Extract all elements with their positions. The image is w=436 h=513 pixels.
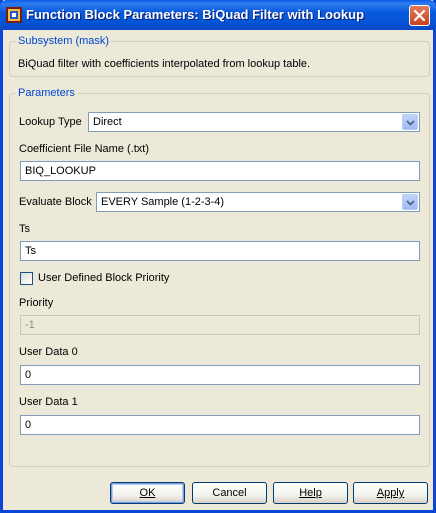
lookup-type-label: Lookup Type <box>19 116 82 128</box>
simulink-block-icon <box>6 7 22 23</box>
close-icon <box>413 9 426 22</box>
apply-label: Apply <box>376 487 405 499</box>
subsystem-group: Subsystem (mask) BiQuad filter with coef… <box>9 35 430 77</box>
lookup-type-value: Direct <box>93 116 122 128</box>
user-data0-input[interactable]: 0 <box>20 365 420 385</box>
evaluate-block-select[interactable]: EVERY Sample (1-2-3-4) <box>96 192 420 212</box>
ts-input[interactable]: Ts <box>20 241 420 261</box>
title-bar[interactable]: Function Block Parameters: BiQuad Filter… <box>0 0 436 30</box>
help-button[interactable]: Help <box>273 482 348 504</box>
apply-button[interactable]: Apply <box>353 482 428 504</box>
coef-file-label: Coefficient File Name (.txt) <box>19 143 150 155</box>
user-data1-input[interactable]: 0 <box>20 415 420 435</box>
priority-label: Priority <box>19 297 54 309</box>
user-data1-label: User Data 1 <box>19 396 78 408</box>
priority-input: -1 <box>20 315 420 335</box>
parameters-group: Parameters Lookup Type Direct Coefficien… <box>9 87 430 467</box>
coef-file-input[interactable]: BIQ_LOOKUP <box>20 161 420 181</box>
subsystem-description: BiQuad filter with coefficients interpol… <box>18 58 311 70</box>
chevron-down-icon[interactable] <box>402 114 418 130</box>
evaluate-block-label: Evaluate Block <box>19 196 92 208</box>
close-button[interactable] <box>409 5 430 26</box>
ts-label: Ts <box>19 223 30 235</box>
cancel-button[interactable]: Cancel <box>192 482 267 504</box>
help-label: Help <box>299 487 322 499</box>
ok-label: OK <box>139 487 156 499</box>
dialog-window: Function Block Parameters: BiQuad Filter… <box>0 0 436 513</box>
lookup-type-select[interactable]: Direct <box>88 112 420 132</box>
ok-button[interactable]: OK <box>110 482 185 504</box>
evaluate-block-value: EVERY Sample (1-2-3-4) <box>101 196 225 208</box>
user-data0-label: User Data 0 <box>19 346 78 358</box>
user-priority-label[interactable]: User Defined Block Priority <box>38 272 169 284</box>
parameters-legend: Parameters <box>16 87 77 99</box>
window-title: Function Block Parameters: BiQuad Filter… <box>26 7 365 22</box>
cancel-label: Cancel <box>212 487 247 499</box>
chevron-down-icon[interactable] <box>402 194 418 210</box>
user-priority-checkbox[interactable] <box>20 272 33 285</box>
subsystem-legend: Subsystem (mask) <box>16 35 112 47</box>
